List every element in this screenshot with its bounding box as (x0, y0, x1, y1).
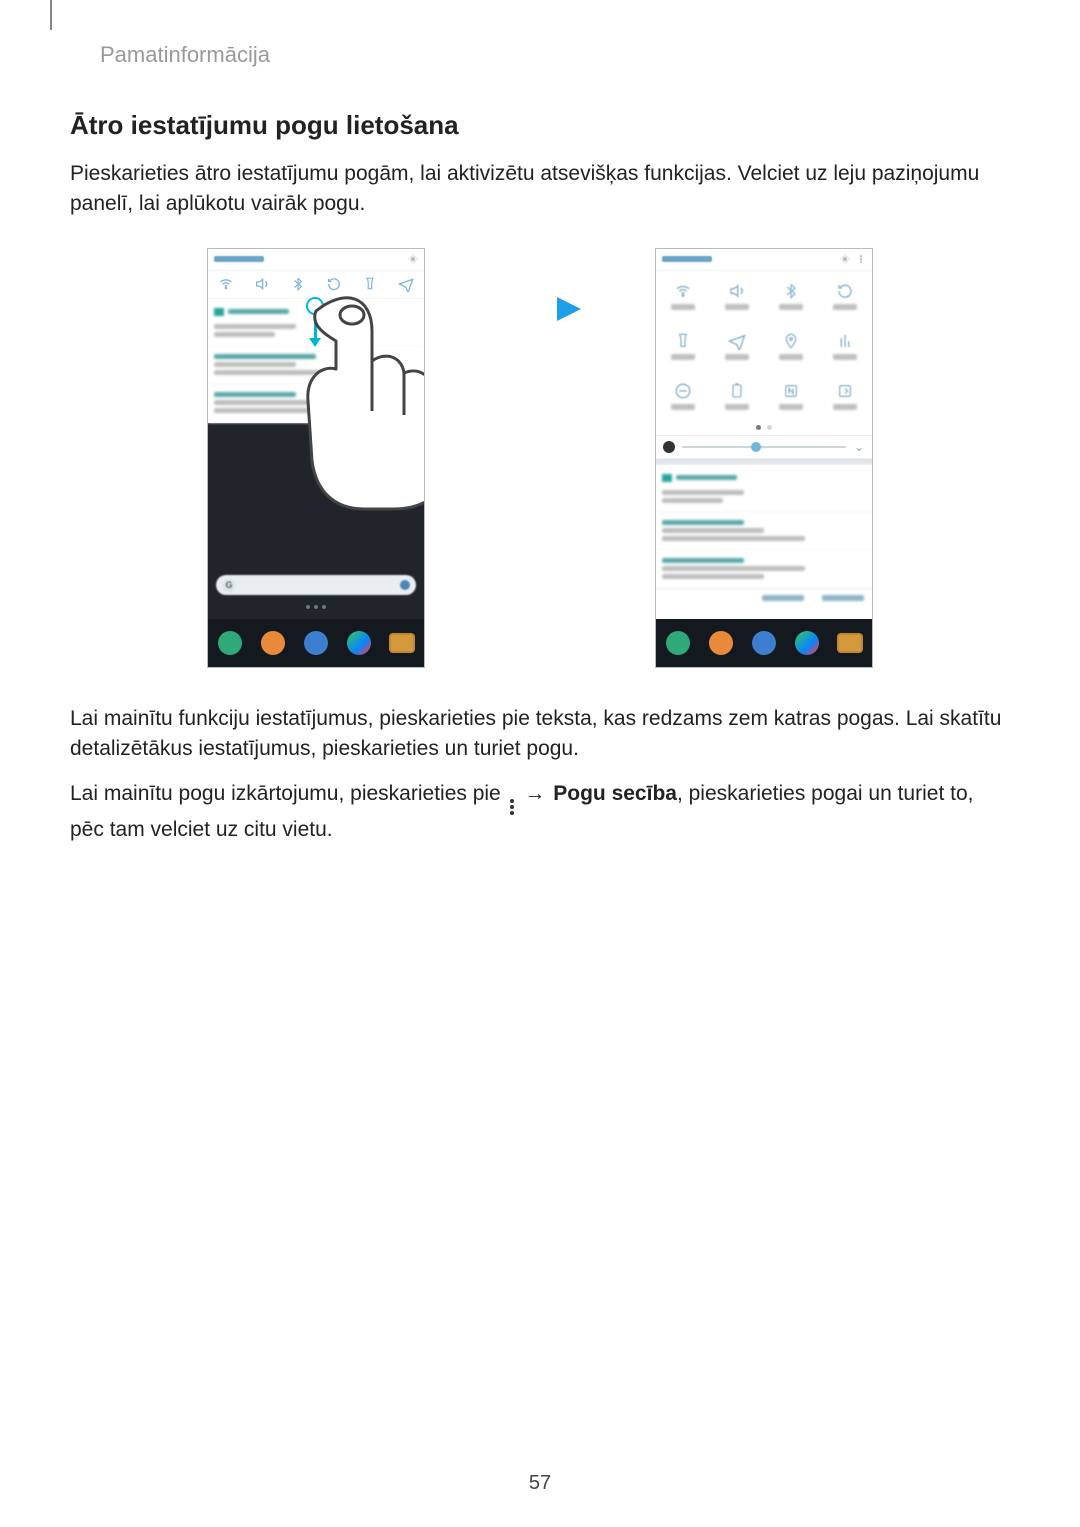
kebab-icon (510, 799, 514, 815)
arrow-right-icon (495, 294, 585, 324)
battery-icon (729, 382, 745, 400)
phone-app-icon (218, 631, 242, 655)
app-dock (656, 619, 872, 667)
rotate-icon (836, 282, 854, 300)
play-store-icon (795, 631, 819, 655)
dnd-icon (674, 382, 692, 400)
arrow-right-inline-icon: → (524, 782, 545, 805)
section-title: Ātro iestatījumu pogu lietošana (70, 110, 1010, 141)
gear-icon (408, 254, 418, 264)
airplane-icon (398, 276, 414, 292)
wifi-icon (674, 282, 692, 300)
browser-app-icon (752, 631, 776, 655)
notification-card (208, 347, 424, 385)
phone-app-icon (666, 631, 690, 655)
airplane-icon (728, 332, 746, 350)
notification-card (208, 385, 424, 423)
notification-footer (656, 589, 872, 607)
messages-app-icon (709, 631, 733, 655)
reorder-paragraph: Lai mainītu pogu izkārtojumu, pieskariet… (70, 779, 1010, 845)
quick-settings-row (208, 271, 424, 299)
wifi-icon (218, 276, 234, 292)
camera-app-icon (837, 633, 863, 653)
illustration-row: G (70, 248, 1010, 668)
status-bar (656, 249, 872, 271)
data-icon (836, 332, 854, 350)
intro-paragraph: Pieskarieties ātro iestatījumu pogām, la… (70, 159, 1010, 220)
app-dock (208, 619, 424, 667)
kebab-icon (856, 254, 866, 264)
swipe-down-indicator (306, 297, 324, 347)
bluetooth-icon (290, 276, 306, 292)
home-screen-dark: G (208, 423, 424, 667)
sync-icon (837, 382, 853, 400)
sound-icon (728, 282, 746, 300)
gear-icon (840, 254, 850, 264)
status-time-blur (214, 256, 264, 262)
page-number: 57 (0, 1472, 1080, 1495)
page-corner-rule (50, 0, 52, 30)
nfc-icon (783, 382, 799, 400)
explanation-paragraph: Lai mainītu funkciju iestatījumus, piesk… (70, 704, 1010, 765)
page-content: Ātro iestatījumu pogu lietošana Pieskari… (70, 110, 1010, 859)
sound-icon (254, 276, 270, 292)
quick-settings-grid (656, 271, 872, 421)
flashlight-icon (362, 276, 378, 292)
bluetooth-icon (783, 282, 799, 300)
messages-app-icon (261, 631, 285, 655)
brightness-icon (664, 442, 674, 452)
brightness-slider: ⌄ (656, 435, 872, 459)
chevron-down-icon: ⌄ (854, 440, 864, 454)
mic-icon (400, 580, 410, 590)
notification-card (656, 513, 872, 551)
phone-mock-right: ⌄ (655, 248, 873, 668)
notification-card (656, 551, 872, 589)
status-bar (208, 249, 424, 271)
browser-app-icon (304, 631, 328, 655)
page-header-section: Pamatinformācija (100, 42, 270, 68)
phone-mock-left: G (207, 248, 425, 668)
status-time-blur (662, 256, 712, 262)
location-icon (783, 332, 799, 350)
page-indicator (208, 605, 424, 609)
para3-part-a: Lai mainītu pogu izkārtojumu, pieskariet… (70, 782, 507, 805)
para3-bold: Pogu secība (553, 782, 677, 805)
camera-app-icon (389, 633, 415, 653)
play-store-icon (347, 631, 371, 655)
flashlight-icon (675, 332, 691, 350)
google-g-icon: G (222, 578, 236, 592)
notification-card (656, 465, 872, 513)
google-search-pill: G (216, 575, 416, 595)
quick-settings-pager (656, 421, 872, 435)
rotate-icon (326, 276, 342, 292)
